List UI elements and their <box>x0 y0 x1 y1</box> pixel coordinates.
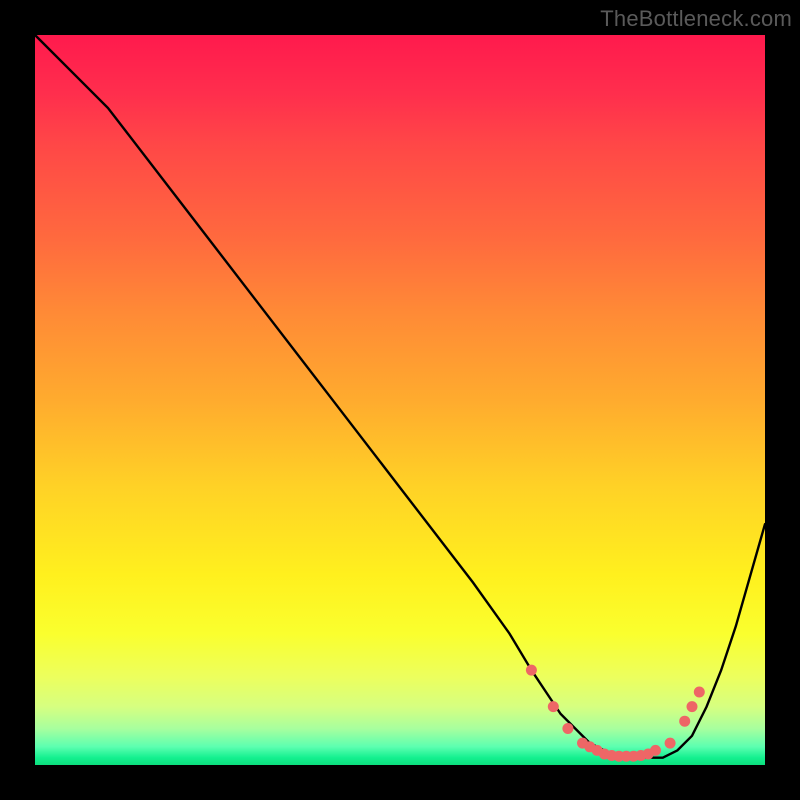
highlight-point <box>650 745 661 756</box>
highlight-points <box>526 665 705 762</box>
plot-area <box>35 35 765 765</box>
bottleneck-curve <box>35 35 765 758</box>
highlight-point <box>665 738 676 749</box>
highlight-point <box>687 701 698 712</box>
highlight-point <box>548 701 559 712</box>
watermark-text: TheBottleneck.com <box>600 6 792 32</box>
highlight-point <box>526 665 537 676</box>
highlight-point <box>679 716 690 727</box>
highlight-point <box>694 687 705 698</box>
chart-frame: TheBottleneck.com <box>0 0 800 800</box>
highlight-point <box>562 723 573 734</box>
chart-svg <box>35 35 765 765</box>
